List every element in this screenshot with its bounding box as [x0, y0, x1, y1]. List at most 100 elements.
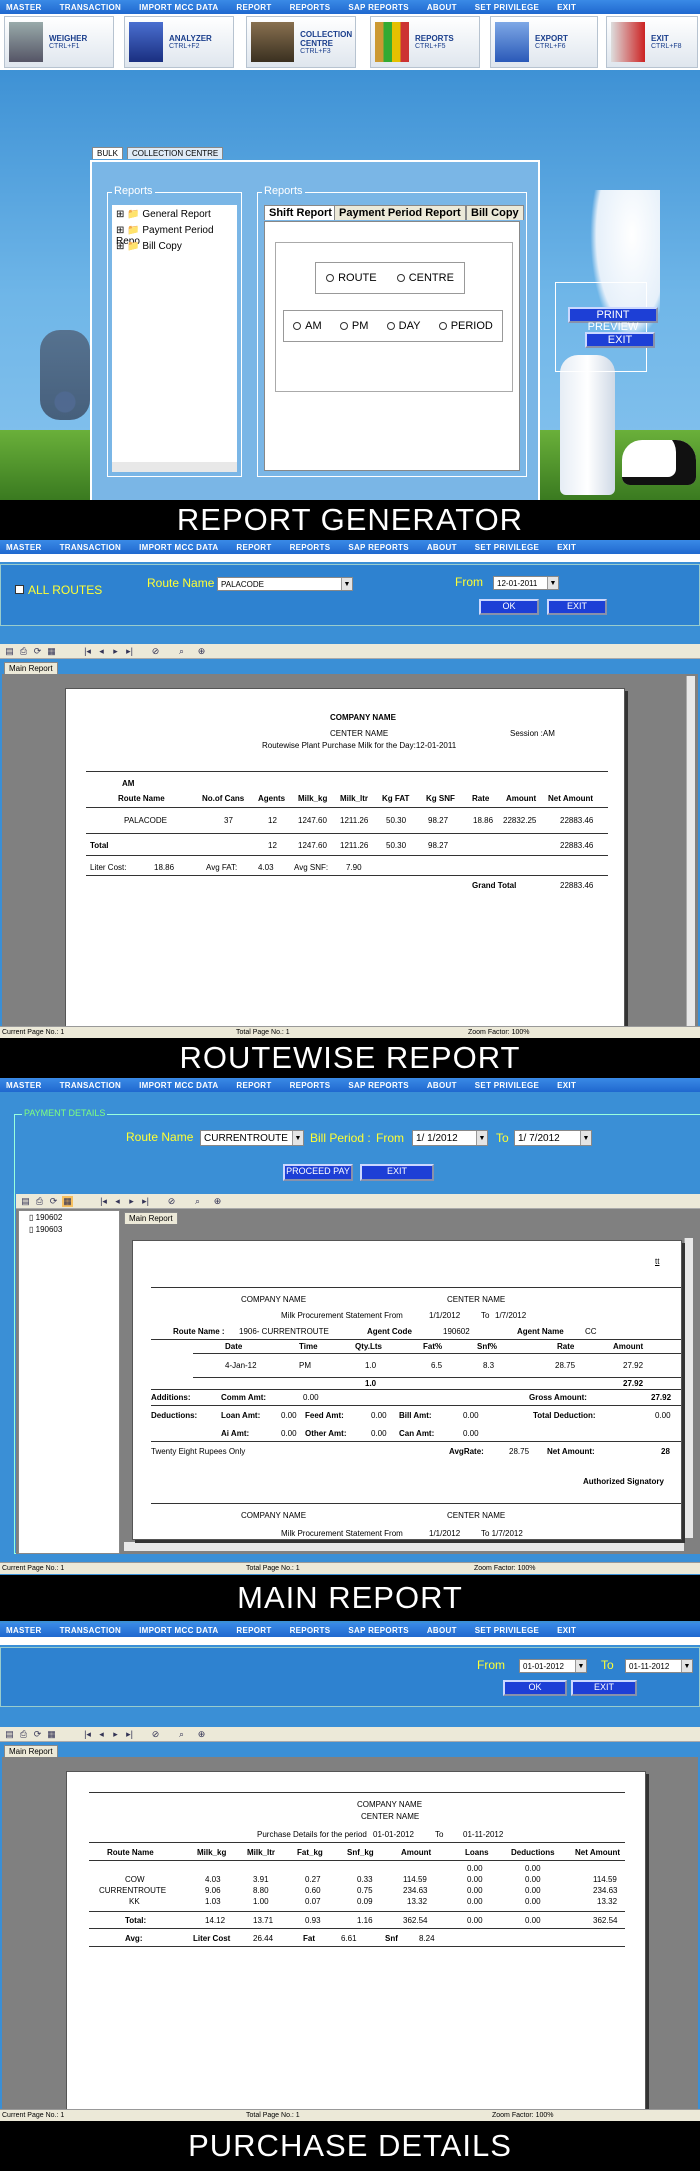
radio-route[interactable]: ROUTE — [326, 272, 377, 284]
menu-import[interactable]: IMPORT MCC DATA — [139, 3, 218, 12]
menu-reports[interactable]: REPORTS — [290, 3, 331, 12]
all-routes-checkbox[interactable]: ALL ROUTES — [15, 583, 102, 597]
menu-privilege[interactable]: SET PRIVILEGE — [475, 543, 539, 552]
tree-scrollbar[interactable] — [112, 462, 237, 472]
proceed-pay-button[interactable]: PROCEED PAY — [283, 1164, 353, 1181]
menu-sap[interactable]: SAP REPORTS — [348, 3, 409, 12]
menu-about[interactable]: ABOUT — [427, 3, 457, 12]
exit-button[interactable]: EXIT — [571, 1680, 637, 1696]
menu-report[interactable]: REPORT — [236, 1081, 271, 1090]
tree-item-190603[interactable]: ▯ 190603 — [29, 1225, 62, 1234]
search-icon[interactable]: ⌕ — [192, 1196, 203, 1207]
menu-master[interactable]: MASTER — [6, 1626, 42, 1635]
from-date-picker[interactable]: 1/ 1/2012 ▼ — [412, 1130, 488, 1146]
from-date-picker[interactable]: 01-01-2012 ▼ — [519, 1659, 587, 1673]
stop-icon[interactable]: ⊘ — [150, 646, 161, 657]
menu-privilege[interactable]: SET PRIVILEGE — [475, 1081, 539, 1090]
exit-button[interactable]: EXIT — [547, 599, 607, 615]
to-date-picker[interactable]: 01-11-2012 ▼ — [625, 1659, 693, 1673]
zoom-icon[interactable]: ⊕ — [212, 1196, 223, 1207]
menu-transaction[interactable]: TRANSACTION — [60, 1626, 122, 1635]
print-preview-button[interactable]: PRINT PREVIEW — [568, 307, 658, 333]
collection-centre-button[interactable]: COLLECTION CENTRE CTRL+F3 — [246, 16, 356, 68]
prev-page-icon[interactable]: ◂ — [112, 1196, 123, 1207]
refresh-icon[interactable]: ⟳ — [32, 1729, 43, 1740]
tab-bulk[interactable]: BULK — [92, 147, 123, 159]
export-icon[interactable]: ▤ — [20, 1196, 31, 1207]
first-page-icon[interactable]: |◂ — [82, 1729, 93, 1740]
menu-reports[interactable]: REPORTS — [290, 1081, 331, 1090]
menu-exit[interactable]: EXIT — [557, 1081, 576, 1090]
menu-exit[interactable]: EXIT — [557, 3, 576, 12]
tree-item-bill[interactable]: ⊞ 📁 Bill Copy — [116, 241, 182, 252]
menu-about[interactable]: ABOUT — [427, 543, 457, 552]
prev-page-icon[interactable]: ◂ — [96, 1729, 107, 1740]
search-icon[interactable]: ⌕ — [176, 1729, 187, 1740]
analyzer-button[interactable]: ANALYZER CTRL+F2 — [124, 16, 234, 68]
tree-toggle-icon[interactable]: ▦ — [46, 1729, 57, 1740]
ok-button[interactable]: OK — [503, 1680, 567, 1696]
tab-payment-period[interactable]: Payment Period Report — [334, 205, 466, 220]
next-page-icon[interactable]: ▸ — [126, 1196, 137, 1207]
tab-bill-copy[interactable]: Bill Copy — [466, 205, 524, 220]
export-icon[interactable]: ▤ — [4, 646, 15, 657]
last-page-icon[interactable]: ▸| — [140, 1196, 151, 1207]
menu-report[interactable]: REPORT — [236, 543, 271, 552]
menu-sap[interactable]: SAP REPORTS — [348, 1081, 409, 1090]
menu-reports[interactable]: REPORTS — [290, 543, 331, 552]
prev-page-icon[interactable]: ◂ — [96, 646, 107, 657]
exit-button[interactable]: EXIT — [585, 332, 655, 348]
menu-transaction[interactable]: TRANSACTION — [60, 1081, 122, 1090]
export-icon[interactable]: ▤ — [4, 1729, 15, 1740]
menu-privilege[interactable]: SET PRIVILEGE — [475, 3, 539, 12]
menu-about[interactable]: ABOUT — [427, 1626, 457, 1635]
radio-pm[interactable]: PM — [339, 320, 368, 332]
menu-report[interactable]: REPORT — [236, 1626, 271, 1635]
search-icon[interactable]: ⌕ — [176, 646, 187, 657]
last-page-icon[interactable]: ▸| — [124, 1729, 135, 1740]
zoom-icon[interactable]: ⊕ — [196, 1729, 207, 1740]
tree-item-190602[interactable]: ▯ 190602 — [29, 1213, 62, 1222]
route-select[interactable]: PALACODE ▼ — [217, 577, 353, 591]
menu-master[interactable]: MASTER — [6, 543, 42, 552]
menu-transaction[interactable]: TRANSACTION — [60, 543, 122, 552]
exit-button[interactable]: EXIT — [360, 1164, 434, 1181]
print-icon[interactable]: ⎙ — [34, 1196, 45, 1207]
exit-toolbar-button[interactable]: EXIT CTRL+F8 — [606, 16, 698, 68]
radio-day[interactable]: DAY — [386, 320, 420, 332]
weigher-button[interactable]: WEIGHER CTRL+F1 — [4, 16, 114, 68]
vertical-scrollbar[interactable] — [684, 1238, 693, 1538]
menu-transaction[interactable]: TRANSACTION — [60, 3, 122, 12]
menu-reports[interactable]: REPORTS — [290, 1626, 331, 1635]
route-select[interactable]: CURRENTROUTE ▼ — [200, 1130, 304, 1146]
radio-period[interactable]: PERIOD — [438, 320, 493, 332]
first-page-icon[interactable]: |◂ — [82, 646, 93, 657]
menu-import[interactable]: IMPORT MCC DATA — [139, 543, 218, 552]
tree-toggle-icon[interactable]: ▦ — [46, 646, 57, 657]
menu-exit[interactable]: EXIT — [557, 1626, 576, 1635]
vertical-scrollbar[interactable] — [686, 676, 695, 1050]
next-page-icon[interactable]: ▸ — [110, 646, 121, 657]
ok-button[interactable]: OK — [479, 599, 539, 615]
tab-shift-report[interactable]: Shift Report — [264, 205, 337, 220]
radio-am[interactable]: AM — [293, 320, 322, 332]
tab-main-report[interactable]: Main Report — [4, 1745, 58, 1757]
zoom-icon[interactable]: ⊕ — [196, 646, 207, 657]
tab-main-report[interactable]: Main Report — [4, 662, 58, 674]
tab-collection-centre[interactable]: COLLECTION CENTRE — [127, 147, 224, 159]
from-date-picker[interactable]: 12-01-2011 ▼ — [493, 576, 559, 590]
reports-button[interactable]: REPORTS CTRL+F5 — [370, 16, 480, 68]
stop-icon[interactable]: ⊘ — [166, 1196, 177, 1207]
tab-main-report[interactable]: Main Report — [124, 1212, 178, 1224]
stop-icon[interactable]: ⊘ — [150, 1729, 161, 1740]
print-icon[interactable]: ⎙ — [18, 646, 29, 657]
menu-import[interactable]: IMPORT MCC DATA — [139, 1081, 218, 1090]
menu-master[interactable]: MASTER — [6, 1081, 42, 1090]
refresh-icon[interactable]: ⟳ — [32, 646, 43, 657]
tree-toggle-icon[interactable]: ▦ — [62, 1196, 73, 1207]
export-button[interactable]: EXPORT CTRL+F6 — [490, 16, 598, 68]
radio-centre[interactable]: CENTRE — [396, 272, 454, 284]
to-date-picker[interactable]: 1/ 7/2012 ▼ — [514, 1130, 592, 1146]
next-page-icon[interactable]: ▸ — [110, 1729, 121, 1740]
tree-item-general[interactable]: ⊞ 📁 General Report — [116, 209, 211, 220]
